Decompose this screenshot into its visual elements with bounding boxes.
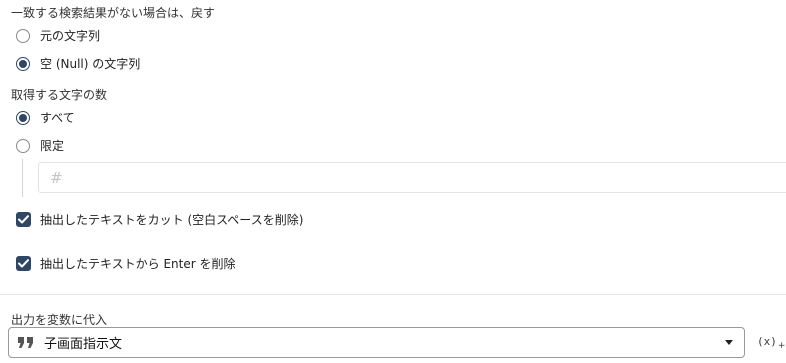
- output-section-title: 出力を変数に代入: [11, 313, 108, 327]
- checkbox[interactable]: [16, 256, 31, 271]
- count-section-title: 取得する文字の数: [11, 88, 108, 102]
- quote-icon: [18, 336, 34, 349]
- hash-icon: #: [50, 168, 63, 187]
- radio-button[interactable]: [16, 56, 30, 71]
- checkmark-icon: [18, 259, 29, 268]
- chevron-down-icon: [725, 340, 733, 345]
- radio-label: すべて: [40, 111, 75, 125]
- no-match-section-title: 一致する検索結果がない場合は、戻す: [11, 6, 216, 20]
- radio-empty-string[interactable]: 空 (Null) の文字列: [16, 55, 140, 72]
- insert-variable-button[interactable]: (x) +: [757, 335, 786, 351]
- checkbox-trim-text[interactable]: 抽出したテキストをカット (空白スペースを削除): [16, 211, 303, 228]
- section-divider: [0, 294, 786, 295]
- limit-count-input[interactable]: #: [38, 162, 786, 193]
- checkbox[interactable]: [16, 212, 31, 227]
- variable-icon: (x): [757, 335, 777, 348]
- radio-label: 元の文字列: [40, 29, 101, 43]
- radio-all[interactable]: すべて: [16, 109, 75, 126]
- selected-variable: 子画面指示文: [44, 337, 123, 352]
- radio-label: 限定: [40, 139, 65, 153]
- radio-label: 空 (Null) の文字列: [40, 57, 141, 71]
- checkmark-icon: [18, 215, 29, 224]
- checkbox-remove-enter[interactable]: 抽出したテキストから Enter を削除: [16, 255, 235, 272]
- plus-icon: +: [777, 341, 786, 351]
- indent-guide: [22, 159, 23, 197]
- radio-button[interactable]: [16, 110, 30, 125]
- checkbox-label: 抽出したテキストから Enter を削除: [40, 257, 236, 271]
- radio-button[interactable]: [16, 28, 30, 43]
- radio-limited[interactable]: 限定: [16, 137, 64, 154]
- output-variable-select[interactable]: 子画面指示文: [8, 327, 745, 358]
- radio-original-string[interactable]: 元の文字列: [16, 27, 100, 44]
- checkbox-label: 抽出したテキストをカット (空白スペースを削除): [40, 213, 304, 227]
- radio-button[interactable]: [16, 138, 30, 153]
